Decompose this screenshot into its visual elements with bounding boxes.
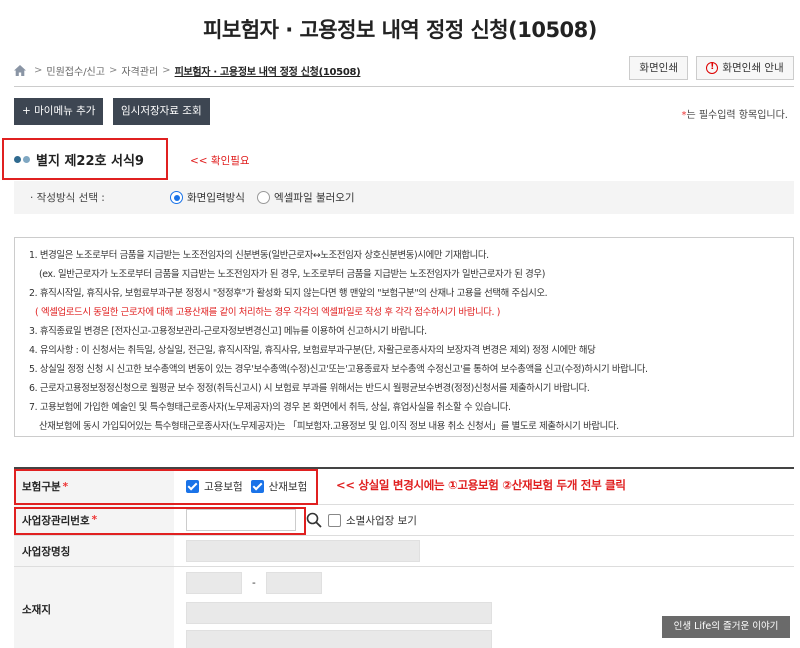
blog-watermark: 인생 Life의 즐거운 이야기	[662, 616, 790, 638]
print-button[interactable]: 화면인쇄	[629, 56, 688, 80]
breadcrumb-item-complaint[interactable]: 민원접수/신고	[46, 63, 105, 78]
top-bar: > 민원접수/신고 > 자격관리 > 피보험자 · 고용정보 내역 정정 신청(…	[14, 56, 794, 82]
notice-line: 2. 휴직시작일, 휴직사유, 보험료부과구분 정정시 "정정후"가 활성화 되…	[29, 288, 548, 299]
business-name-row: 사업장명칭	[14, 536, 794, 567]
input-method-label: · 작성방식 선택 :	[30, 192, 105, 204]
annotation-check-needed: << 확인필요	[190, 155, 250, 167]
postal-code-input-2	[265, 572, 322, 594]
highlight-insurance-type	[14, 469, 318, 505]
notice-line: 5. 상실일 정정 신청 시 신고한 보수총액의 변동이 있는 경우'보수총액(…	[29, 364, 648, 375]
section-title: 별지 제22호 서식9	[36, 153, 144, 169]
address-input-1	[186, 602, 492, 624]
temp-saved-lookup-button[interactable]: 임시저장자료 조회	[113, 98, 210, 125]
chevron-right-icon: >	[34, 65, 43, 76]
annotation-both-insurance: << 상실일 변경시에는 ①고용보험 ②산재보험 두개 전부 클릭	[336, 478, 626, 492]
highlight-business-no	[14, 507, 306, 535]
required-note: *는 필수입력 항목입니다.	[681, 110, 788, 121]
notice-line: 산재보험에 동시 가입되어있는 특수형태근로종사자(노무제공자)는 「피보험자.…	[39, 421, 619, 432]
business-name-input	[186, 540, 420, 562]
radio-excel-upload[interactable]: 엑셀파일 불러오기	[256, 190, 355, 205]
breadcrumb: > 민원접수/신고 > 자격관리 > 피보험자 · 고용정보 내역 정정 신청(…	[14, 63, 361, 78]
add-my-menu-button[interactable]: + 마이메뉴 추가	[14, 98, 104, 125]
address-label: 소재지	[14, 567, 174, 648]
closed-business-label: 소멸사업장 보기	[346, 514, 417, 527]
print-guide-button[interactable]: ! 화면인쇄 안내	[696, 56, 794, 80]
notice-line: (ex. 일반근로자가 노조로부터 금품을 지급받는 노조전임자가 된 경우, …	[39, 269, 546, 280]
notice-line-warning: ( 엑셀업로드시 동일한 근로자에 대해 고용산재를 같이 처리하는 경우 각각…	[35, 307, 501, 318]
bullet-dots-icon	[14, 155, 30, 163]
radio-selected-icon[interactable]	[170, 191, 183, 204]
chevron-right-icon: >	[162, 65, 171, 76]
radio-unselected-icon[interactable]	[256, 191, 270, 204]
closed-business-checkbox[interactable]	[328, 513, 341, 527]
notice-box: 1. 변경일은 노조로부터 금품을 지급받는 노조전임자의 신분변동(일반근로자…	[14, 237, 794, 437]
alert-icon: !	[706, 62, 719, 74]
breadcrumb-item-current[interactable]: 피보험자 · 고용정보 내역 정정 신청(10508)	[175, 63, 361, 78]
input-method-row: · 작성방식 선택 : 화면입력방식 엑셀파일 불러오기	[14, 181, 794, 214]
home-icon[interactable]	[14, 65, 26, 76]
postal-code-group: -	[186, 572, 322, 594]
notice-line: 3. 휴직종료일 변경은 [전자신고-고용정보관리-근로자정보변경신고] 메뉴를…	[29, 326, 427, 337]
postal-code-dash: -	[252, 577, 256, 589]
radio-screen-input[interactable]: 화면입력방식	[170, 190, 245, 205]
notice-line: 4. 유의사항 : 이 신청서는 취득일, 상실일, 전근일, 휴직시작일, 휴…	[29, 345, 596, 356]
divider	[14, 86, 794, 87]
business-name-field-group	[174, 536, 794, 566]
print-guide-label: 화면인쇄 안내	[722, 62, 784, 74]
breadcrumb-item-qualification[interactable]: 자격관리	[121, 63, 158, 78]
notice-line: 6. 근로자고용정보정정신청으로 월평균 보수 정정(취득신고시) 시 보험료 …	[29, 383, 590, 394]
section-heading: 별지 제22호 서식9	[2, 138, 168, 180]
page-title: 피보험자 · 고용정보 내역 정정 신청(10508)	[203, 18, 597, 42]
notice-line: 7. 고용보험에 가입한 예술인 및 특수형태근로종사자(노무제공자)의 경우 …	[29, 402, 511, 413]
notice-line: 1. 변경일은 노조로부터 금품을 지급받는 노조전임자의 신분변동(일반근로자…	[29, 250, 489, 261]
business-name-label: 사업장명칭	[14, 536, 174, 566]
address-input-2	[186, 630, 492, 648]
chevron-right-icon: >	[108, 65, 118, 76]
postal-code-input-1	[186, 572, 242, 594]
search-icon[interactable]	[306, 512, 322, 528]
